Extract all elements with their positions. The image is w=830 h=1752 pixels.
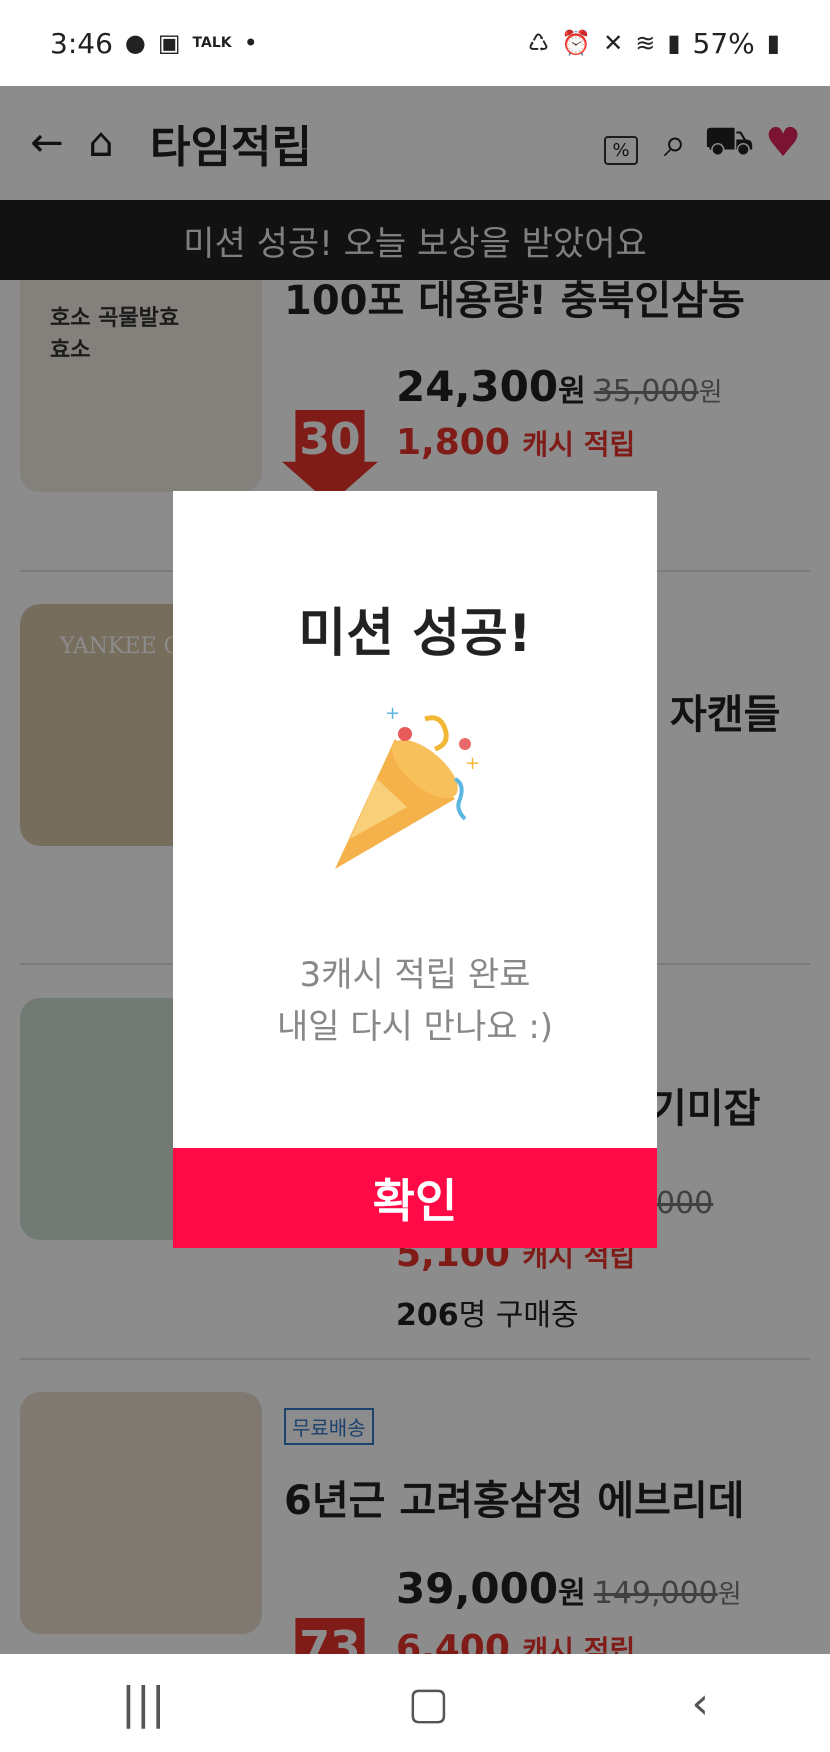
dialog-title: 미션 성공! [298,604,532,664]
gallery-icon: ▣ [157,29,181,57]
party-popper-icon: + + [335,703,480,869]
message-icon: ● [124,29,146,57]
talk-icon: TALK [192,35,232,51]
back-icon[interactable]: ‹ [691,1678,709,1729]
sync-icon: ♺ [527,29,550,57]
dot-icon: • [243,29,258,57]
battery-level: 57% [692,26,755,60]
svg-text:+: + [465,753,480,774]
status-bar: 3:46 ● ▣ TALK • ♺ ⏰ ✕ ≋ ▮ 57% ▮ [0,0,830,86]
signal-icon: ▮ [667,29,681,57]
clock: 3:46 [50,26,113,60]
alarm-icon: ⏰ [561,29,592,57]
wifi-icon: ≋ [635,29,656,57]
dialog-message: 3캐시 적립 완료 내일 다시 만나요 :) [276,955,554,1047]
recent-apps-icon[interactable]: ||| [121,1678,165,1729]
system-nav-bar: ||| ▢ ‹ [0,1654,830,1752]
battery-icon: ▮ [766,29,780,57]
mission-success-dialog: 미션 성공! + + 3캐시 적립 완료 내일 다시 만나요 :) 확인 [173,491,657,1248]
confirm-button[interactable]: 확인 [173,1148,657,1248]
svg-text:+: + [385,703,400,724]
home-button-icon[interactable]: ▢ [408,1678,450,1729]
mute-icon: ✕ [603,29,624,57]
